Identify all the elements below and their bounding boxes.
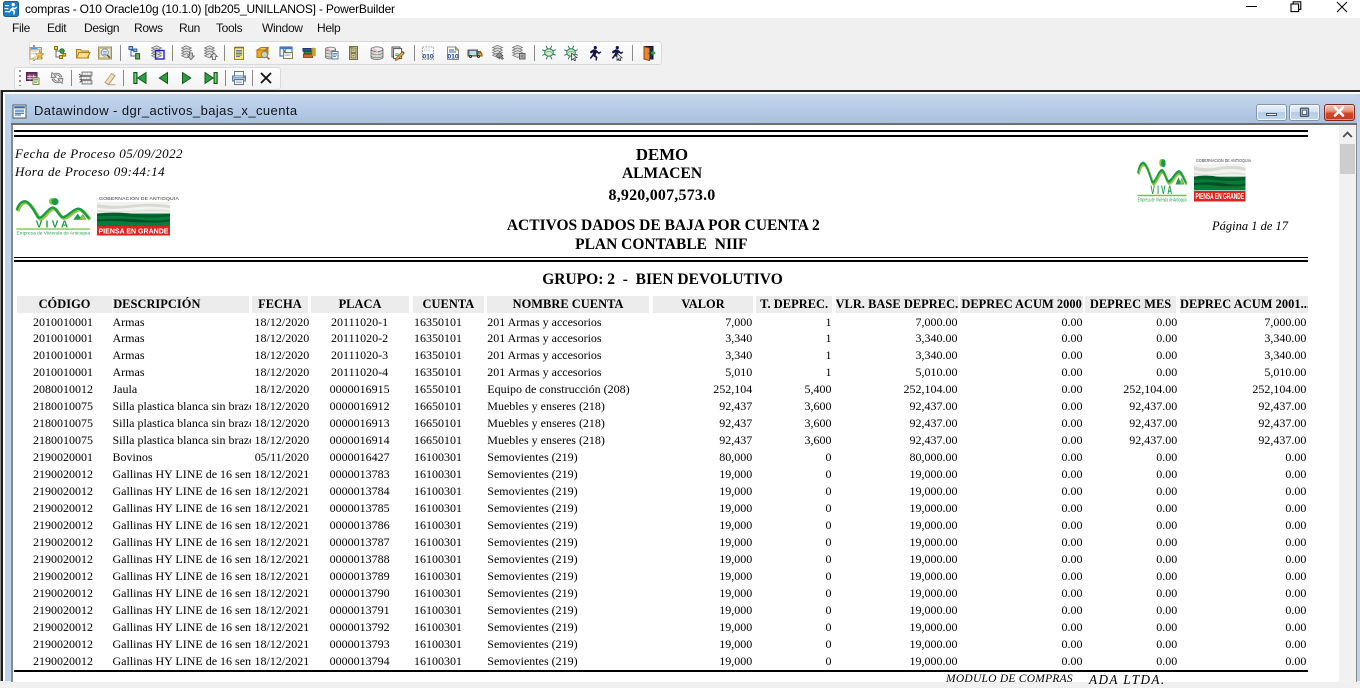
svg-text:PIENSA EN GRANDE: PIENSA EN GRANDE [99, 227, 169, 236]
svg-text:010: 010 [422, 53, 434, 60]
svg-text:010: 010 [447, 53, 459, 60]
svg-text:Empresa de Vivienda de Antioqu: Empresa de Vivienda de Antioquia [17, 230, 91, 235]
svg-text:VIVA: VIVA [1150, 184, 1174, 196]
svg-text:PIENSA EN GRANDE: PIENSA EN GRANDE [1196, 192, 1245, 201]
svg-text:Empresa de Vivienda de Antioqu: Empresa de Vivienda de Antioquia [1138, 196, 1187, 202]
